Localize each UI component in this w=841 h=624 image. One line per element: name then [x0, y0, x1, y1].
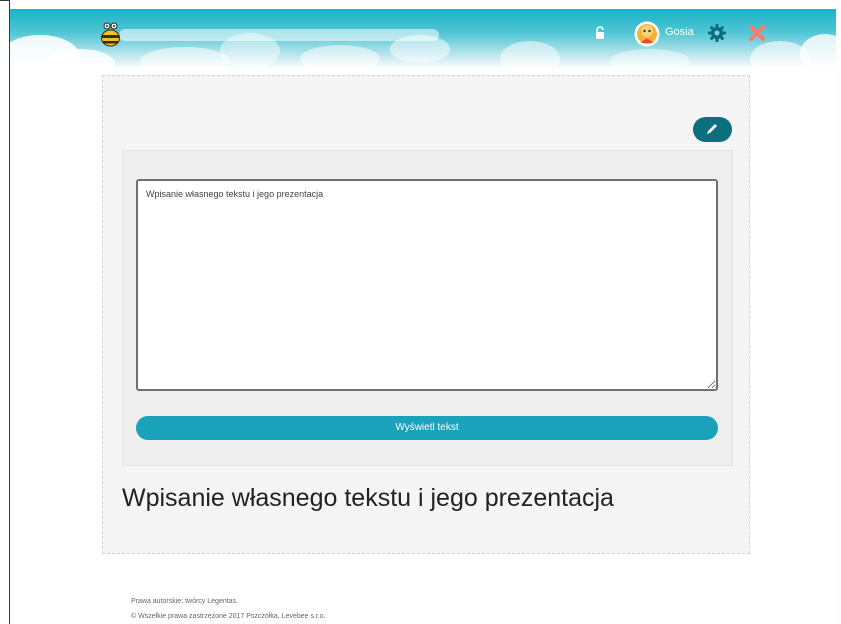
- close-icon[interactable]: [747, 23, 767, 43]
- edit-button[interactable]: [693, 117, 732, 142]
- text-input[interactable]: Wpisanie własnego tekstu i jego prezenta…: [136, 179, 718, 391]
- pencil-icon: [707, 124, 717, 134]
- search-bar[interactable]: [119, 29, 439, 41]
- gear-icon[interactable]: [707, 23, 727, 43]
- window-border-top: [0, 0, 10, 1]
- avatar[interactable]: [634, 21, 660, 47]
- show-text-button[interactable]: Wyświetl tekst: [136, 416, 718, 440]
- user-name[interactable]: Gosia: [665, 26, 694, 38]
- footer-copyright-rights: © Wszelkie prawa zastrzeżone 2017 Pszczó…: [131, 613, 326, 620]
- lock-icon[interactable]: [594, 26, 606, 40]
- footer-copyright-authors: Prawa autorskie: twórcy Legentas.: [131, 598, 238, 605]
- bee-logo-icon[interactable]: [98, 22, 124, 48]
- scroll-area: [836, 0, 841, 624]
- app-header: Gosia: [10, 9, 836, 69]
- window-border: [9, 0, 10, 624]
- displayed-text: Wpisanie własnego tekstu i jego prezenta…: [122, 484, 614, 512]
